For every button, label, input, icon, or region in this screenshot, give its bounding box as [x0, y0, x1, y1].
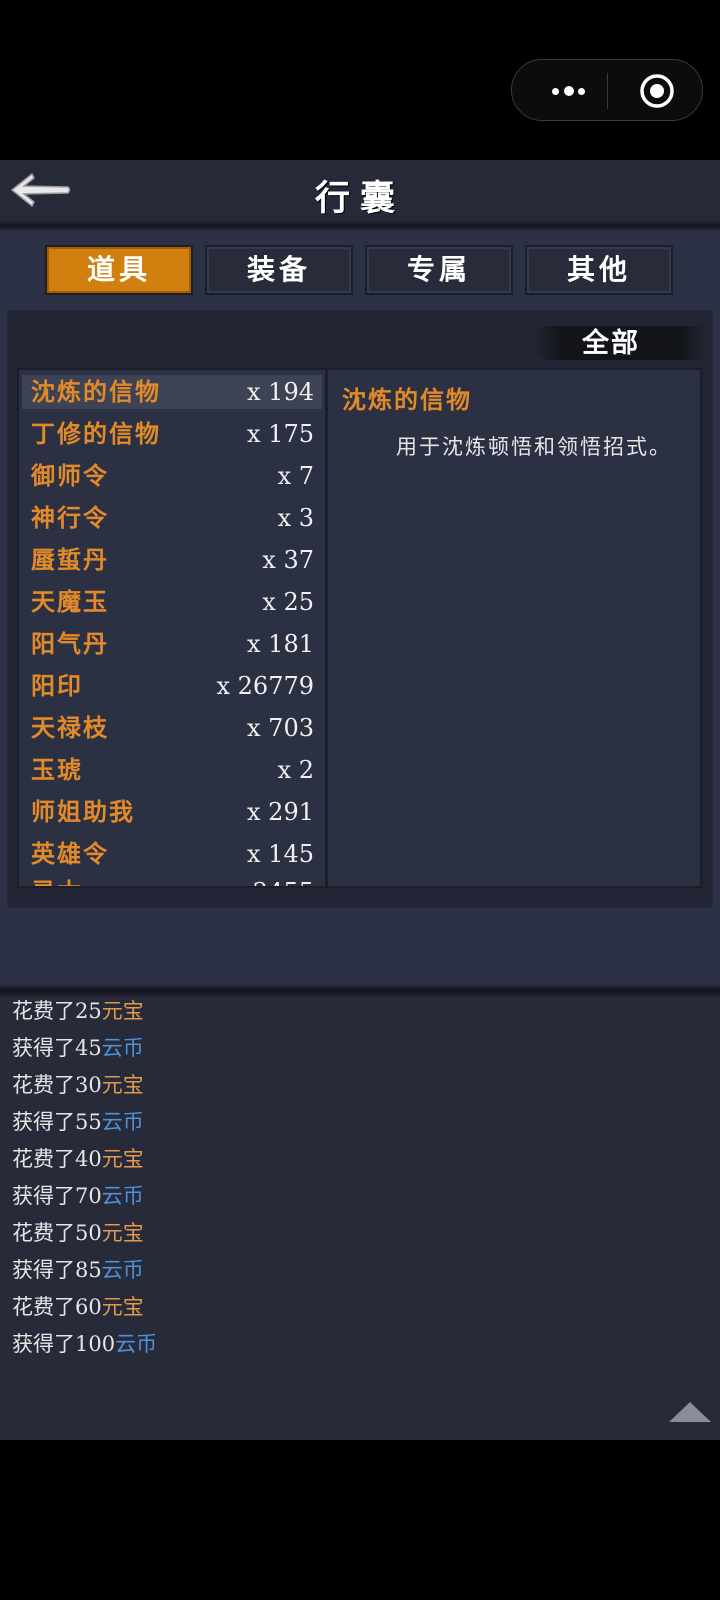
log-currency: 元宝 [101, 1073, 144, 1097]
scroll-top-icon[interactable] [669, 1402, 711, 1422]
list-item[interactable]: 沈炼的信物 x 194 [22, 375, 322, 409]
log-amount: 100 [75, 1332, 116, 1356]
list-item[interactable]: 阳印 x 26779 [22, 669, 322, 703]
log-prefix: 花费了 [12, 1221, 75, 1245]
log-currency: 元宝 [101, 1221, 144, 1245]
log-entry: 花费了60元宝 [12, 1290, 144, 1324]
item-name: 玉琥 [31, 755, 83, 784]
item-quantity: x 181 [247, 630, 314, 658]
list-item[interactable]: 灵木 x 2455 [22, 875, 322, 886]
log-entry: 获得了55云币 [12, 1105, 144, 1139]
filter-all-button[interactable]: 全部 [532, 321, 690, 360]
log-entry: 花费了50元宝 [12, 1216, 144, 1250]
log-currency: 云币 [101, 1258, 144, 1282]
log-entry: 获得了100云币 [12, 1327, 157, 1361]
tab-other[interactable]: 其他 [525, 245, 673, 295]
log-prefix: 花费了 [12, 1073, 75, 1097]
item-name: 阳气丹 [31, 629, 109, 658]
list-item[interactable]: 蜃蜇丹 x 37 [22, 543, 322, 577]
item-quantity: x 175 [247, 420, 314, 448]
log-amount: 60 [75, 1295, 102, 1319]
item-name: 天魔玉 [31, 587, 109, 616]
item-name: 沈炼的信物 [31, 377, 161, 406]
list-item[interactable]: 神行令 x 3 [22, 501, 322, 535]
log-entry: 获得了45云币 [12, 1031, 144, 1065]
list-item[interactable]: 御师令 x 7 [22, 459, 322, 493]
log-amount: 85 [75, 1258, 102, 1282]
log-currency: 云币 [101, 1184, 144, 1208]
miniprogram-capsule [511, 59, 703, 121]
log-amount: 25 [75, 999, 102, 1023]
log-prefix: 获得了 [12, 1332, 75, 1356]
log-currency: 元宝 [101, 1147, 144, 1171]
list-item[interactable]: 师姐助我 x 291 [22, 795, 322, 829]
log-prefix: 获得了 [12, 1036, 75, 1060]
list-item[interactable]: 阳气丹 x 181 [22, 627, 322, 661]
item-name: 丁修的信物 [31, 419, 161, 448]
list-item[interactable]: 天禄枝 x 703 [22, 711, 322, 745]
item-name: 蜃蜇丹 [31, 545, 109, 574]
log-amount: 40 [75, 1147, 102, 1171]
tab-props[interactable]: 道具 [45, 245, 193, 295]
log-entry: 获得了70云币 [12, 1179, 144, 1213]
item-quantity: x 37 [262, 546, 314, 574]
item-name: 神行令 [31, 503, 109, 532]
list-item[interactable]: 天魔玉 x 25 [22, 585, 322, 619]
log-amount: 70 [75, 1184, 102, 1208]
item-quantity: x 145 [247, 840, 314, 868]
log-entry: 花费了40元宝 [12, 1142, 144, 1176]
item-name: 灵木 [31, 875, 83, 886]
item-quantity: x 7 [277, 462, 314, 490]
item-quantity: x 3 [277, 504, 314, 532]
log-currency: 云币 [101, 1110, 144, 1134]
item-name: 英雄令 [31, 839, 109, 868]
log-prefix: 获得了 [12, 1184, 75, 1208]
detail-description: 用于沈炼顿悟和领悟招式。 [396, 435, 672, 459]
item-quantity: x 703 [247, 714, 314, 742]
log-currency: 云币 [115, 1332, 158, 1356]
item-quantity: x 291 [247, 798, 314, 826]
more-dots-icon[interactable] [540, 78, 596, 102]
item-detail-panel: 沈炼的信物 用于沈炼顿悟和领悟招式。 [326, 368, 702, 888]
item-list[interactable]: 沈炼的信物 x 194 丁修的信物 x 175 御师令 x 7 神行令 x 3 … [17, 368, 327, 888]
log-amount: 55 [75, 1110, 102, 1134]
item-quantity: x 194 [247, 378, 314, 406]
log-amount: 30 [75, 1073, 102, 1097]
item-name: 师姐助我 [31, 797, 135, 826]
log-prefix: 花费了 [12, 999, 75, 1023]
list-item[interactable]: 英雄令 x 145 [22, 837, 322, 871]
log-amount: 50 [75, 1221, 102, 1245]
log-currency: 云币 [101, 1036, 144, 1060]
item-name: 天禄枝 [31, 713, 109, 742]
log-prefix: 花费了 [12, 1147, 75, 1171]
log-entry: 获得了85云币 [12, 1253, 144, 1287]
item-quantity: x 26779 [216, 672, 314, 700]
item-quantity: x 2 [277, 756, 314, 784]
capsule-divider [607, 73, 608, 109]
top-bar: 行囊 [0, 160, 720, 226]
list-item[interactable]: 丁修的信物 x 175 [22, 417, 322, 451]
item-name: 御师令 [31, 461, 109, 490]
header-brush-divider [0, 220, 720, 232]
target-close-icon[interactable] [639, 73, 675, 109]
log-amount: 45 [75, 1036, 102, 1060]
log-currency: 元宝 [101, 999, 144, 1023]
item-quantity: x 25 [262, 588, 314, 616]
log-entry: 花费了30元宝 [12, 1068, 144, 1102]
log-prefix: 获得了 [12, 1110, 75, 1134]
tab-exclusive[interactable]: 专属 [365, 245, 513, 295]
log-entry: 花费了25元宝 [12, 994, 144, 1028]
log-prefix: 花费了 [12, 1295, 75, 1319]
log-prefix: 获得了 [12, 1258, 75, 1282]
list-item[interactable]: 玉琥 x 2 [22, 753, 322, 787]
log-currency: 元宝 [101, 1295, 144, 1319]
item-quantity: x 2455 [232, 875, 314, 886]
page-title: 行囊 [314, 178, 405, 219]
tab-equipment[interactable]: 装备 [205, 245, 353, 295]
item-name: 阳印 [31, 671, 83, 700]
detail-title: 沈炼的信物 [342, 385, 472, 414]
